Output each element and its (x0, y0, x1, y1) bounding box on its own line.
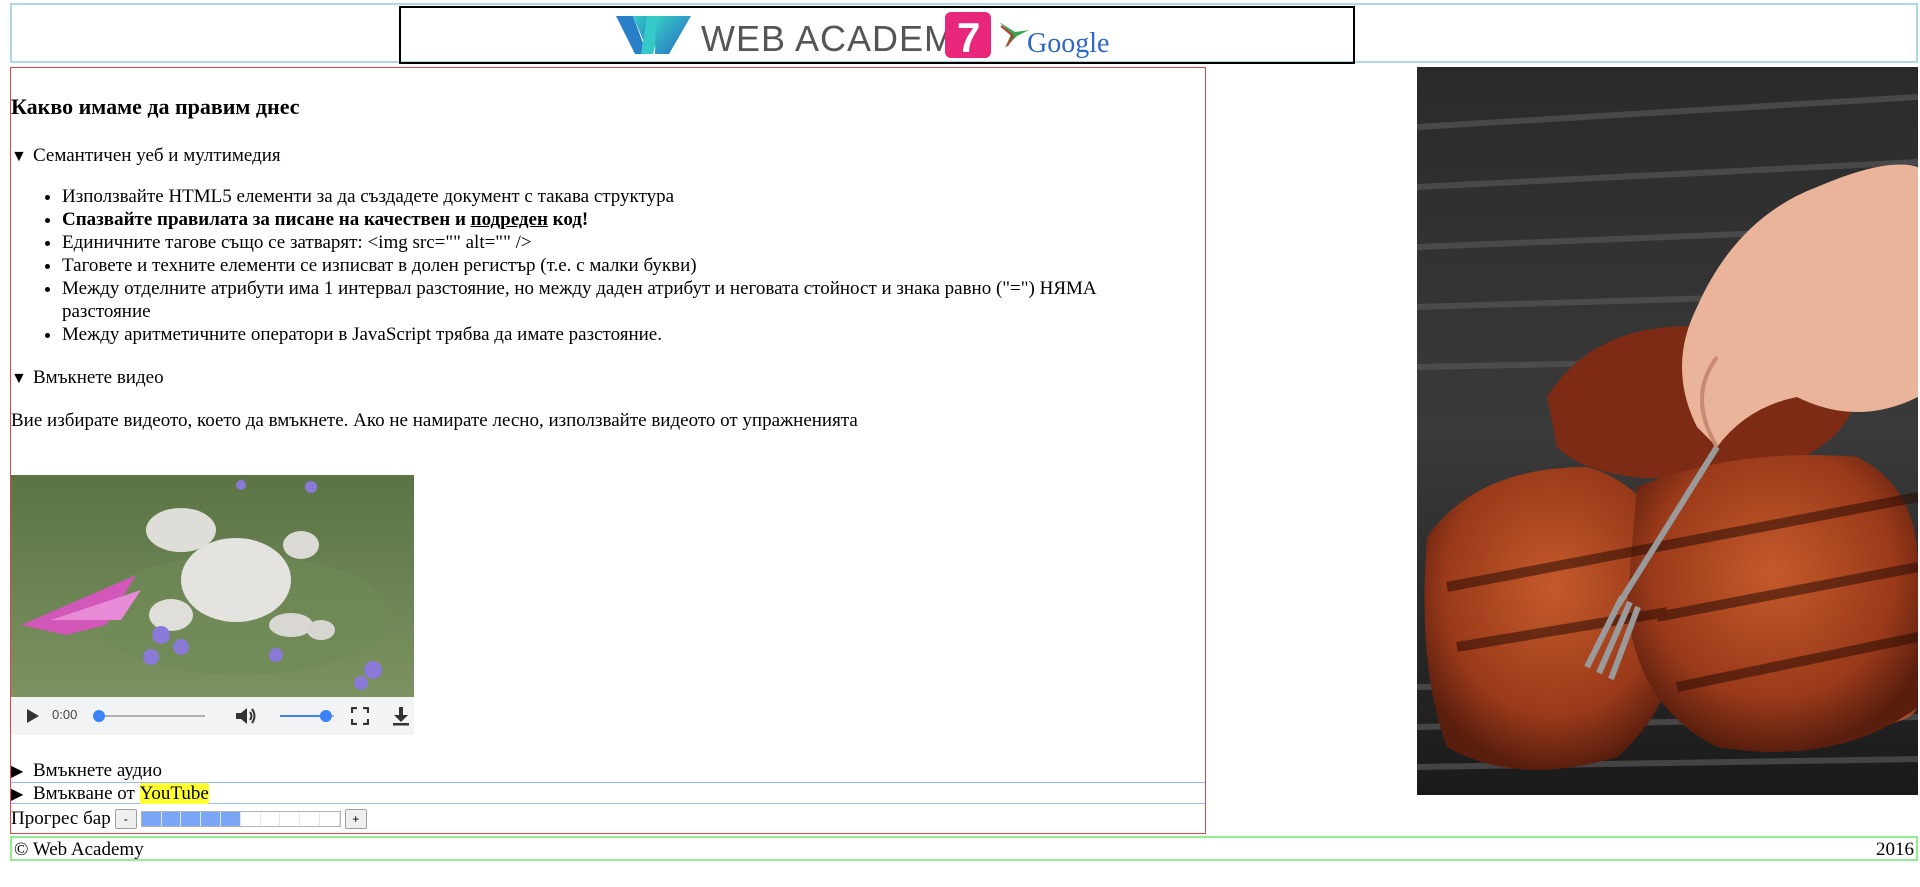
list-item: Между отделните атрибути има 1 интервал … (62, 277, 1172, 323)
svg-text:7: 7 (957, 14, 980, 61)
progress-decrease-button[interactable]: - (114, 809, 137, 829)
triangle-right-icon: ▶ (11, 786, 24, 803)
footer-year: 2016 (1876, 839, 1914, 860)
svg-text:WEB ACADEMY: WEB ACADEMY (701, 18, 980, 59)
video-poster-image (11, 475, 414, 697)
web-academy-logo: WEB ACADEMY 7 Google (616, 12, 1109, 61)
video-controls: 0:00 (11, 697, 414, 735)
video-instructions: Вие избирате видеото, което да вмъкнете.… (11, 410, 858, 431)
page-title: Какво имаме да правим днес (11, 94, 300, 119)
progress-segment (241, 812, 261, 826)
details-semantic-web[interactable]: ▼ Семантичен уеб и мултимедия (11, 145, 281, 167)
hummingbird-icon (999, 22, 1029, 48)
progress-segment (142, 812, 162, 826)
list-item: Единичните тагове също се затварят: <img… (62, 231, 1172, 254)
triangle-down-icon: ▼ (11, 370, 27, 387)
progress-increase-button[interactable]: + (344, 809, 367, 829)
video-time: 0:00 (52, 707, 78, 722)
progress-segment (280, 812, 301, 826)
progress-segment (181, 812, 202, 826)
steak-photo (1417, 67, 1918, 795)
logo-banner: WEB ACADEMY 7 Google (399, 6, 1355, 64)
details-insert-video[interactable]: ▼ Вмъкнете видео (11, 367, 164, 389)
progress-label: Прогрес бар (11, 808, 111, 829)
download-icon[interactable] (392, 706, 410, 726)
list-item: Използвайте HTML5 елементи за да създаде… (62, 185, 1172, 208)
progress-segment (201, 812, 221, 826)
list-item: Таговете и техните елементи се изписват … (62, 254, 1172, 277)
youtube-highlight: YouTube (139, 783, 209, 804)
copyright-text: © Web Academy (14, 839, 144, 860)
list-item-bold: Спазвайте правилата за писане на качеств… (62, 208, 1172, 231)
main-section: Какво имаме да правим днес ▼ Семантичен у… (10, 67, 1206, 834)
video-seek-slider[interactable] (93, 709, 205, 723)
grilled-steak-image (1417, 67, 1918, 795)
w-mark-icon (616, 16, 691, 54)
progress-segment (320, 812, 340, 826)
rules-list: Използвайте HTML5 елементи за да създаде… (11, 185, 1172, 346)
progress-bar (140, 811, 341, 827)
progress-segment (162, 812, 182, 826)
progress-segments (142, 812, 340, 826)
fullscreen-icon[interactable] (351, 707, 369, 725)
svg-text:Google: Google (1027, 28, 1109, 59)
progress-bar-row: Прогрес бар - + (11, 806, 371, 832)
triangle-down-icon: ▼ (11, 148, 27, 165)
list-item: Между аритметичните оператори в JavaScri… (62, 323, 1172, 346)
progress-segment (221, 812, 241, 826)
page-header: WEB ACADEMY 7 Google (10, 3, 1918, 64)
play-icon[interactable] (25, 708, 41, 724)
volume-icon[interactable] (235, 706, 257, 726)
video-player[interactable]: 0:00 (11, 475, 414, 735)
page-footer: © Web Academy 2016 (10, 836, 1918, 861)
triangle-right-icon: ▶ (11, 763, 24, 780)
details-insert-audio[interactable]: ▶ Вмъкнете аудио (11, 760, 1205, 782)
volume-slider[interactable] (280, 709, 334, 723)
details-youtube-embed[interactable]: ▶ Вмъкване от YouTube (11, 782, 1205, 804)
progress-segment (300, 812, 320, 826)
video-frame[interactable] (11, 475, 414, 697)
progress-segment (261, 812, 281, 826)
